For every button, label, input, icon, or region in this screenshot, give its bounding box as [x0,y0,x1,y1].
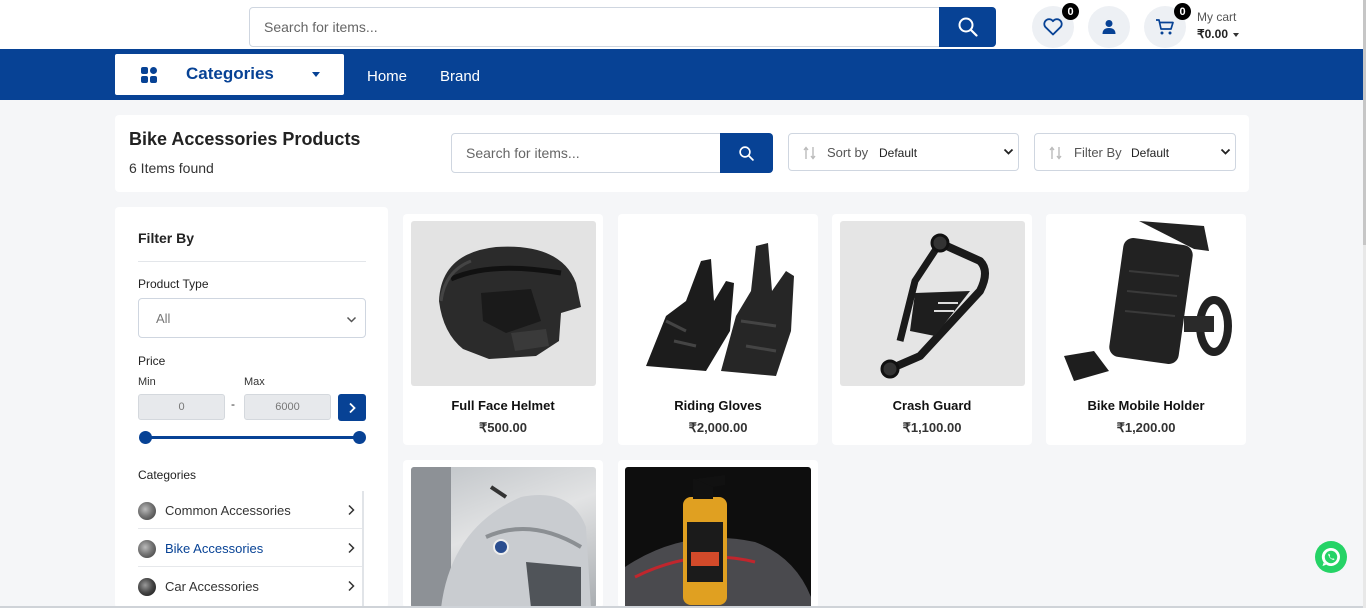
top-search-button[interactable] [939,7,996,47]
cart-total-value: ₹0.00 [1197,27,1228,41]
gloves-image[interactable] [626,221,811,386]
cart-label: My cart [1197,10,1237,24]
min-price-input[interactable]: 0 [138,394,225,420]
whatsapp-chat-button[interactable] [1315,541,1347,573]
cleaner-spray-image[interactable] [625,467,811,608]
apply-price-button[interactable] [338,394,366,421]
category-item-common-accessories[interactable]: Common Accessories [138,491,364,529]
min-label: Min [138,376,156,388]
filter-by-select[interactable]: Filter By Default [1034,133,1236,171]
cart-icon [1156,19,1174,35]
product-card[interactable] [403,460,603,608]
product-card[interactable] [618,460,818,608]
helmet-image[interactable] [411,221,596,386]
chevron-down-icon [1003,148,1014,155]
product-name[interactable]: Full Face Helmet [403,398,603,413]
product-search-bar [451,133,773,173]
price-slider-track[interactable] [145,436,359,439]
product-search-input[interactable] [452,134,718,172]
product-name[interactable]: Riding Gloves [618,398,818,413]
caret-down-icon [1233,32,1239,37]
chevron-down-icon [346,316,357,323]
search-icon [739,145,754,161]
categories-label: Categories [138,468,197,482]
products-header: Bike Accessories Products 6 Items found … [115,115,1249,192]
sort-by-value: Default [879,146,918,160]
top-bar: 0 0 My cart ₹0.00 [0,0,1366,49]
category-thumbnail [138,578,156,596]
category-thumbnail [138,540,156,558]
price-label: Price [138,354,166,368]
product-name[interactable]: Crash Guard [832,398,1032,413]
items-found-count: 6 Items found [129,160,214,176]
cart-total: ₹0.00 [1197,27,1239,41]
sort-by-select[interactable]: Sort by Default [788,133,1019,171]
user-icon [1102,20,1116,34]
price-slider-min-handle[interactable] [139,431,152,444]
chevron-right-icon [348,580,355,592]
filter-sidebar: Filter By Product Type All Price Min Max… [115,207,388,608]
product-price: ₹500.00 [478,420,528,435]
category-item-label: Car Accessories [165,579,259,594]
divider [138,261,366,262]
category-list: Common Accessories Bike Accessories Car … [138,491,364,605]
wishlist-count-badge: 0 [1062,3,1079,20]
product-card[interactable]: Crash Guard ₹1,100.00 [832,214,1032,445]
filter-title: Filter By [138,230,195,246]
category-thumbnail [138,502,156,520]
account-button[interactable] [1088,6,1130,48]
categories-label: Categories [186,64,274,83]
crash-guard-image[interactable] [840,221,1025,386]
chevron-right-icon [349,402,356,413]
product-type-value: All [156,311,171,326]
product-type-label: Product Type [138,277,209,291]
nav-link-home[interactable]: Home [367,68,407,85]
whatsapp-icon [1321,547,1340,566]
cart-button[interactable]: 0 [1144,3,1191,48]
sort-icon [803,146,816,160]
top-search-bar [249,7,996,47]
chevron-right-icon [348,504,355,516]
product-price: ₹1,100.00 [902,420,962,435]
top-search-input[interactable] [250,8,939,46]
category-item-bike-accessories[interactable]: Bike Accessories [138,529,364,567]
main-nav: Categories Home Brand [0,49,1363,100]
cart-count-badge: 0 [1174,3,1191,20]
price-slider-max-handle[interactable] [353,431,366,444]
product-card[interactable]: Full Face Helmet ₹500.00 [403,214,603,445]
category-item-car-accessories[interactable]: Car Accessories [138,567,364,605]
price-separator: - [231,397,235,411]
category-item-label: Common Accessories [165,503,291,518]
product-price: ₹2,000.00 [688,420,748,435]
category-list-scrollbar[interactable] [362,491,364,608]
caret-down-icon [312,72,320,77]
product-name[interactable]: Bike Mobile Holder [1046,398,1246,413]
max-label: Max [244,376,265,388]
sort-by-label: Sort by [827,145,869,160]
max-price-input[interactable]: 6000 [244,394,331,420]
sort-icon [1049,146,1062,160]
product-card[interactable]: Bike Mobile Holder ₹1,200.00 [1046,214,1246,445]
chevron-down-icon [1220,148,1231,155]
motorcycle-image[interactable] [411,467,596,608]
search-icon [958,17,978,37]
filter-by-label: Filter By [1074,145,1122,160]
mobile-holder-image[interactable] [1054,221,1239,386]
product-price: ₹1,200.00 [1116,420,1176,435]
heart-icon [1043,18,1063,36]
nav-link-brand[interactable]: Brand [440,68,480,85]
page-title: Bike Accessories Products [129,129,361,149]
grid-icon [141,67,157,83]
chevron-right-icon [348,542,355,554]
wishlist-button[interactable]: 0 [1032,3,1079,48]
filter-by-value: Default [1131,146,1170,160]
product-type-select[interactable]: All [138,298,366,338]
product-search-button[interactable] [720,133,773,173]
category-item-label: Bike Accessories [165,541,264,556]
categories-dropdown-button[interactable]: Categories [115,54,344,95]
cart-summary[interactable]: My cart ₹0.00 [1197,10,1239,41]
product-card[interactable]: Riding Gloves ₹2,000.00 [618,214,818,445]
